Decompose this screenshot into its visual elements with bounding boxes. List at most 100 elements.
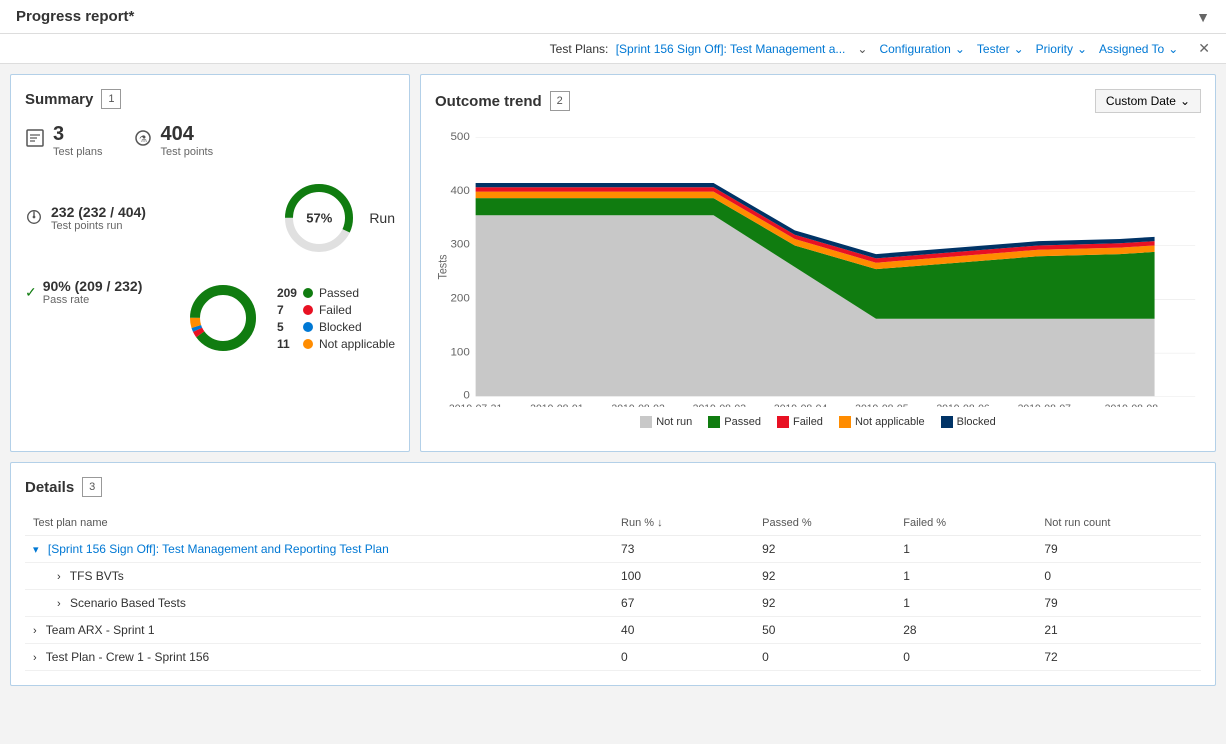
row-failed-pct: 1 xyxy=(895,563,1036,590)
failed-dot xyxy=(303,305,313,315)
row-name: › Scenario Based Tests xyxy=(25,590,613,617)
pass-rate-value: 90% (209 / 232) xyxy=(43,278,143,294)
svg-text:⚗: ⚗ xyxy=(138,134,146,144)
legend-not-run: Not run xyxy=(640,416,692,428)
priority-filter[interactable]: Priority ⌄ xyxy=(1036,42,1087,56)
page-title: Progress report* xyxy=(16,8,134,25)
summary-panel: Summary 1 3 Test plans ⚗ xyxy=(10,74,410,452)
top-bar: Progress report* ▼ xyxy=(0,0,1226,34)
row-failed-pct: 0 xyxy=(895,644,1036,671)
chevron-down-icon: ⌄ xyxy=(1077,42,1087,56)
svg-text:2019-08-04: 2019-08-04 xyxy=(774,404,828,407)
test-points-icon: ⚗ xyxy=(133,128,153,153)
run-donut-chart: 57% xyxy=(279,178,359,258)
pass-rate-label: Pass rate xyxy=(43,294,143,306)
row-not-run: 0 xyxy=(1036,563,1201,590)
row-name-text: Team ARX - Sprint 1 xyxy=(46,623,155,637)
summary-pass-section: ✓ 90% (209 / 232) Pass rate xyxy=(25,278,395,358)
passed-dot xyxy=(303,288,313,298)
row-not-run: 21 xyxy=(1036,617,1201,644)
chevron-down-icon: ⌄ xyxy=(955,42,965,56)
row-name-text: TFS BVTs xyxy=(70,569,124,583)
expand-icon[interactable]: ▾ xyxy=(33,544,39,556)
svg-text:200: 200 xyxy=(450,293,469,305)
test-points-run-icon xyxy=(25,208,43,229)
col-not-run-count: Not run count xyxy=(1036,511,1201,536)
legend-blocked: 5 Blocked xyxy=(277,320,395,334)
col-run-pct[interactable]: Run % ↓ xyxy=(613,511,754,536)
test-points-value: 404 xyxy=(161,123,214,146)
table-row: › Scenario Based Tests 67 92 1 79 xyxy=(25,590,1201,617)
legend-not-applicable: 11 Not applicable xyxy=(277,337,395,351)
table-header-row: Test plan name Run % ↓ Passed % Failed %… xyxy=(25,511,1201,536)
legend-passed: 209 Passed xyxy=(277,286,395,300)
row-run-pct: 73 xyxy=(613,536,754,563)
chevron-down-icon: ⌄ xyxy=(1180,94,1190,108)
legend-blocked-trend: Blocked xyxy=(941,416,996,428)
svg-text:2019-08-07: 2019-08-07 xyxy=(1018,404,1072,407)
not-applicable-box xyxy=(839,416,851,428)
failed-box xyxy=(777,416,789,428)
row-name: › TFS BVTs xyxy=(25,563,613,590)
tester-filter[interactable]: Tester ⌄ xyxy=(977,42,1024,56)
test-points-run-value: 232 (232 / 404) xyxy=(51,204,146,220)
table-row: › TFS BVTs 100 92 1 0 xyxy=(25,563,1201,590)
svg-text:300: 300 xyxy=(450,239,469,251)
outcome-trend-panel: Outcome trend 2 Custom Date ⌄ 500 400 30… xyxy=(420,74,1216,452)
row-passed-pct: 0 xyxy=(754,644,895,671)
expand-icon[interactable]: › xyxy=(57,571,61,583)
row-run-pct: 0 xyxy=(613,644,754,671)
row-name: › Test Plan - Crew 1 - Sprint 156 xyxy=(25,644,613,671)
chevron-down-icon[interactable]: ⌄ xyxy=(857,42,867,56)
row-name[interactable]: ▾ [Sprint 156 Sign Off]: Test Management… xyxy=(25,536,613,563)
assigned-to-filter[interactable]: Assigned To ⌄ xyxy=(1099,42,1178,56)
svg-text:2019-08-08: 2019-08-08 xyxy=(1105,404,1159,407)
run-label: Run xyxy=(369,210,395,226)
test-plans-label: Test Plans: [Sprint 156 Sign Off]: Test … xyxy=(550,42,846,56)
passed-box xyxy=(708,416,720,428)
svg-text:500: 500 xyxy=(450,131,469,143)
svg-text:2019-08-05: 2019-08-05 xyxy=(855,404,909,407)
legend-failed: 7 Failed xyxy=(277,303,395,317)
row-not-run: 72 xyxy=(1036,644,1201,671)
row-passed-pct: 92 xyxy=(754,563,895,590)
test-points-label: Test points xyxy=(161,146,214,158)
pass-donut-chart: 209 Passed 7 Failed 5 Blocked xyxy=(183,278,395,358)
blocked-box xyxy=(941,416,953,428)
outcome-trend-chart: 500 400 300 200 100 0 Tests xyxy=(435,127,1201,437)
configuration-filter[interactable]: Configuration ⌄ xyxy=(879,42,964,56)
close-filter-icon[interactable]: ✕ xyxy=(1198,40,1210,57)
test-plans-value[interactable]: [Sprint 156 Sign Off]: Test Management a… xyxy=(616,42,846,56)
summary-title: Summary xyxy=(25,91,93,108)
row-name-text[interactable]: [Sprint 156 Sign Off]: Test Management a… xyxy=(48,542,389,556)
top-panels: Summary 1 3 Test plans ⚗ xyxy=(10,74,1216,452)
row-name: › Team ARX - Sprint 1 xyxy=(25,617,613,644)
row-passed-pct: 92 xyxy=(754,536,895,563)
expand-icon[interactable]: › xyxy=(33,652,37,664)
chevron-down-icon: ⌄ xyxy=(1168,42,1178,56)
svg-text:2019-08-02: 2019-08-02 xyxy=(611,404,665,407)
col-passed-pct: Passed % xyxy=(754,511,895,536)
expand-icon[interactable]: › xyxy=(57,598,61,610)
svg-text:Tests: Tests xyxy=(437,254,449,280)
trend-legend: Not run Passed Failed Not applicable xyxy=(435,416,1201,428)
summary-header: Summary 1 xyxy=(25,89,395,109)
trend-svg: 500 400 300 200 100 0 Tests xyxy=(435,127,1201,407)
not-run-box xyxy=(640,416,652,428)
table-row: ▾ [Sprint 156 Sign Off]: Test Management… xyxy=(25,536,1201,563)
svg-text:2019-08-06: 2019-08-06 xyxy=(936,404,990,407)
details-header: Details 3 xyxy=(25,477,1201,497)
filter-icon[interactable]: ▼ xyxy=(1196,9,1210,25)
custom-date-button[interactable]: Custom Date ⌄ xyxy=(1095,89,1201,113)
details-table: Test plan name Run % ↓ Passed % Failed %… xyxy=(25,511,1201,671)
row-failed-pct: 28 xyxy=(895,617,1036,644)
expand-icon[interactable]: › xyxy=(33,625,37,637)
run-percent-text: 57% xyxy=(306,211,332,226)
legend-not-applicable-trend: Not applicable xyxy=(839,416,925,428)
test-plans-value: 3 xyxy=(53,123,103,146)
row-name-text: Scenario Based Tests xyxy=(70,596,186,610)
table-row: › Team ARX - Sprint 1 40 50 28 21 xyxy=(25,617,1201,644)
row-failed-pct: 1 xyxy=(895,590,1036,617)
details-title: Details xyxy=(25,479,74,496)
not-applicable-dot xyxy=(303,339,313,349)
